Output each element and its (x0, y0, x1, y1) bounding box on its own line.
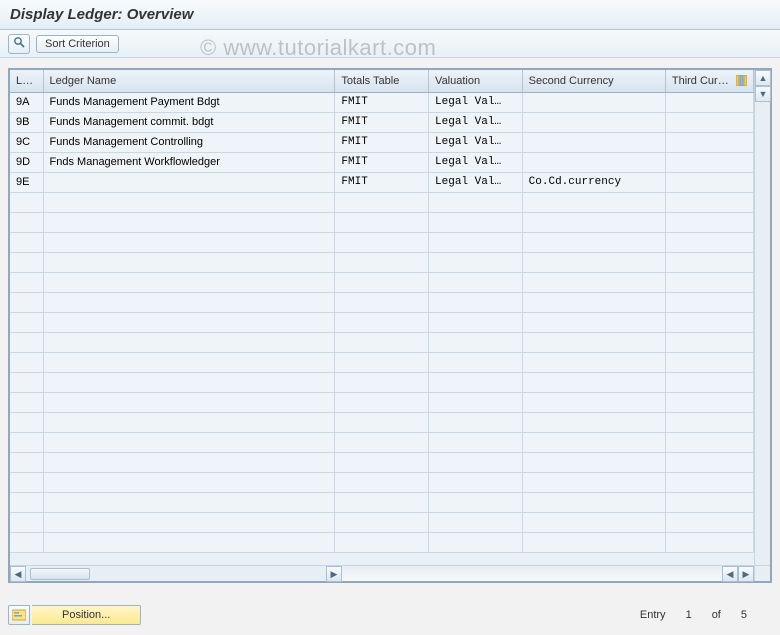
cell-third-currency[interactable] (665, 132, 753, 152)
cell-third-currency[interactable] (665, 152, 753, 172)
table-row-empty[interactable] (10, 212, 754, 232)
col-header-ledger[interactable]: L… (10, 70, 43, 92)
table-row[interactable]: 9DFnds Management WorkflowledgerFMITLega… (10, 152, 754, 172)
sort-criterion-button[interactable]: Sort Criterion (36, 35, 119, 53)
cell-totals[interactable]: FMIT (335, 152, 429, 172)
table-row-empty[interactable] (10, 392, 754, 412)
table-row-empty[interactable] (10, 412, 754, 432)
table-row-empty[interactable] (10, 312, 754, 332)
table-row-empty[interactable] (10, 352, 754, 372)
cell-name[interactable]: Funds Management Controlling (43, 132, 335, 152)
position-button-label[interactable]: Position... (32, 605, 141, 625)
cell-ledger[interactable]: 9C (10, 132, 43, 152)
entry-label: Entry (640, 609, 666, 621)
cell-ledger[interactable]: 9E (10, 172, 43, 192)
cell-valuation[interactable]: Legal Val… (429, 172, 523, 192)
cell-valuation[interactable]: Legal Val… (429, 152, 523, 172)
cell-second-currency[interactable] (522, 152, 665, 172)
entry-current: 1 (686, 609, 692, 621)
table-row-empty[interactable] (10, 432, 754, 452)
cell-name[interactable]: Funds Management commit. bdgt (43, 112, 335, 132)
hscroll-track-left[interactable] (26, 566, 326, 581)
position-button[interactable]: Position... (8, 605, 141, 625)
page-title: Display Ledger: Overview (0, 0, 780, 30)
col-header-name[interactable]: Ledger Name (43, 70, 335, 92)
entry-of-label: of (712, 609, 721, 621)
table-row-empty[interactable] (10, 372, 754, 392)
table-row[interactable]: 9BFunds Management commit. bdgtFMITLegal… (10, 112, 754, 132)
scroll-corner (754, 565, 770, 581)
scroll-left2-icon[interactable]: ◀ (722, 566, 738, 582)
cell-ledger[interactable]: 9A (10, 92, 43, 112)
scroll-left-icon[interactable]: ◀ (10, 566, 26, 582)
cell-third-currency[interactable] (665, 92, 753, 112)
col-header-totals[interactable]: Totals Table (335, 70, 429, 92)
table-row-empty[interactable] (10, 452, 754, 472)
col-header-second-currency[interactable]: Second Currency (522, 70, 665, 92)
cell-name[interactable] (43, 172, 335, 192)
table-row-empty[interactable] (10, 192, 754, 212)
entry-total: 5 (741, 609, 747, 621)
cell-name[interactable]: Fnds Management Workflowledger (43, 152, 335, 172)
position-icon (8, 605, 30, 625)
cell-valuation[interactable]: Legal Val… (429, 132, 523, 152)
magnifier-icon (13, 36, 25, 51)
scroll-right-icon[interactable]: ▶ (738, 566, 754, 582)
vscroll-track[interactable] (755, 102, 770, 565)
ledger-table: L… Ledger Name Totals Table Valuation Se… (10, 70, 754, 553)
scroll-up-icon[interactable]: ▲ (755, 70, 771, 86)
cell-second-currency[interactable]: Co.Cd.currency (522, 172, 665, 192)
cell-ledger[interactable]: 9B (10, 112, 43, 132)
cell-second-currency[interactable] (522, 92, 665, 112)
toolbar: Sort Criterion (0, 30, 780, 58)
table-row-empty[interactable] (10, 492, 754, 512)
table-row[interactable]: 9CFunds Management ControllingFMITLegal … (10, 132, 754, 152)
table-row-empty[interactable] (10, 532, 754, 552)
scroll-down-icon[interactable]: ▼ (755, 86, 771, 102)
vertical-scrollbar[interactable]: ▲ ▼ (754, 70, 770, 565)
table-row-empty[interactable] (10, 252, 754, 272)
footer-bar: Position... Entry 1 of 5 (8, 605, 772, 625)
table-row-empty[interactable] (10, 292, 754, 312)
ledger-grid-container: L… Ledger Name Totals Table Valuation Se… (8, 68, 772, 583)
scroll-right-split-icon[interactable]: ▶ (326, 566, 342, 582)
cell-third-currency[interactable] (665, 112, 753, 132)
cell-totals[interactable]: FMIT (335, 112, 429, 132)
cell-valuation[interactable]: Legal Val… (429, 92, 523, 112)
col-header-third-currency[interactable]: Third Cur… (665, 70, 753, 92)
cell-valuation[interactable]: Legal Val… (429, 112, 523, 132)
table-header-row: L… Ledger Name Totals Table Valuation Se… (10, 70, 754, 92)
horizontal-scrollbar[interactable]: ◀ ▶ ◀ ▶ (10, 565, 754, 581)
hscroll-thumb[interactable] (30, 568, 90, 580)
table-row-empty[interactable] (10, 332, 754, 352)
cell-totals[interactable]: FMIT (335, 172, 429, 192)
cell-totals[interactable]: FMIT (335, 132, 429, 152)
table-row[interactable]: 9AFunds Management Payment BdgtFMITLegal… (10, 92, 754, 112)
cell-name[interactable]: Funds Management Payment Bdgt (43, 92, 335, 112)
table-row[interactable]: 9E FMITLegal Val…Co.Cd.currency (10, 172, 754, 192)
table-row-empty[interactable] (10, 272, 754, 292)
table-row-empty[interactable] (10, 512, 754, 532)
entry-counter: Entry 1 of 5 (640, 609, 772, 621)
col-header-third-currency-label: Third Cur… (672, 75, 729, 87)
cell-second-currency[interactable] (522, 132, 665, 152)
cell-totals[interactable]: FMIT (335, 92, 429, 112)
cell-third-currency[interactable] (665, 172, 753, 192)
table-row-empty[interactable] (10, 472, 754, 492)
table-settings-icon[interactable] (736, 75, 747, 86)
col-header-valuation[interactable]: Valuation (429, 70, 523, 92)
cell-ledger[interactable]: 9D (10, 152, 43, 172)
detail-view-button[interactable] (8, 34, 30, 54)
cell-second-currency[interactable] (522, 112, 665, 132)
table-row-empty[interactable] (10, 232, 754, 252)
